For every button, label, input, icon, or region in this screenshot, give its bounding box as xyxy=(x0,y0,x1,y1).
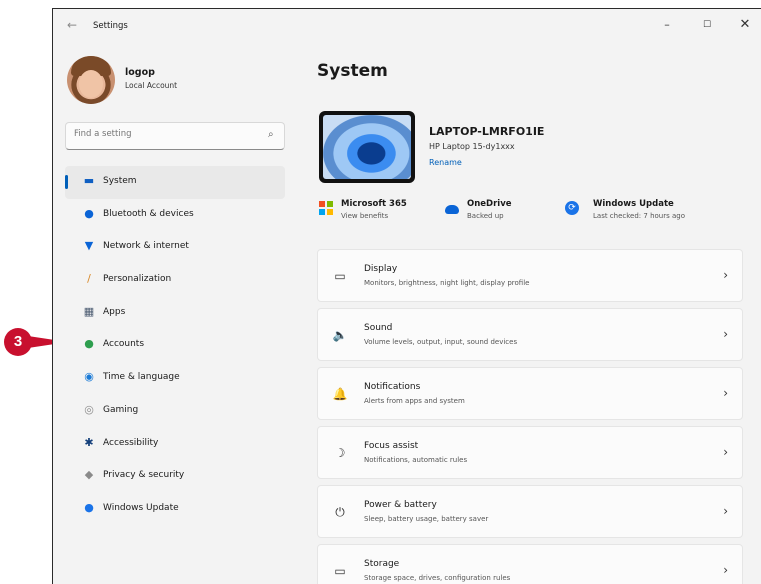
sidebar-item-system[interactable]: ▬ System xyxy=(65,166,285,199)
quick-tile-title: Microsoft 365 xyxy=(341,199,407,209)
sidebar-item-gaming[interactable]: ◎ Gaming xyxy=(65,395,285,428)
bluetooth-icon: ● xyxy=(84,206,94,220)
sidebar-item-accounts[interactable]: ● Accounts xyxy=(65,329,285,362)
quick-tile-subtitle: View benefits xyxy=(341,212,389,220)
sidebar-item-label: Apps xyxy=(103,306,126,317)
account-type: Local Account xyxy=(125,81,178,90)
sidebar-item-label: Personalization xyxy=(103,274,172,285)
card-title: Storage xyxy=(364,559,400,569)
accessibility-icon: ✱ xyxy=(84,435,94,449)
maximize-button[interactable]: ☐ xyxy=(693,15,721,35)
search-input[interactable] xyxy=(74,129,254,139)
sidebar-nav: ▬ System ● Bluetooth & devices ▼ Network… xyxy=(65,166,285,526)
sidebar-item-label: Privacy & security xyxy=(103,470,185,481)
step-callout: 3 xyxy=(0,328,68,356)
page-title: System xyxy=(317,61,388,81)
sidebar-item-label: Time & language xyxy=(103,372,180,383)
sidebar-item-label: System xyxy=(103,176,137,186)
focus-assist-card[interactable]: ☽ Focus assist Notifications, automatic … xyxy=(317,426,743,479)
brush-icon: / xyxy=(87,272,91,286)
system-icon: ▬ xyxy=(83,174,95,187)
sidebar-item-label: Accounts xyxy=(103,339,145,350)
storage-icon: ▭ xyxy=(334,564,346,578)
sidebar-item-label: Windows Update xyxy=(103,502,179,513)
speaker-icon: 🔈 xyxy=(332,328,348,342)
sidebar-item-network[interactable]: ▼ Network & internet xyxy=(65,231,285,264)
storage-card[interactable]: ▭ Storage Storage space, drives, configu… xyxy=(317,544,743,584)
chevron-right-icon: › xyxy=(723,563,728,577)
bell-icon: 🔔 xyxy=(332,387,348,401)
sidebar-item-label: Network & internet xyxy=(103,241,189,252)
card-title: Sound xyxy=(364,323,393,333)
card-title: Notifications xyxy=(364,382,421,392)
onedrive-icon xyxy=(445,205,459,214)
window-title: Settings xyxy=(93,21,128,31)
gaming-icon: ◎ xyxy=(84,402,94,416)
quick-tile-title: OneDrive xyxy=(467,199,512,209)
user-name: logop xyxy=(125,67,155,78)
sidebar-item-accessibility[interactable]: ✱ Accessibility xyxy=(65,428,285,461)
sidebar-item-bluetooth[interactable]: ● Bluetooth & devices xyxy=(65,199,285,232)
chevron-right-icon: › xyxy=(723,327,728,341)
search-icon[interactable]: ⌕ xyxy=(268,129,274,140)
sidebar-item-personalization[interactable]: / Personalization xyxy=(65,264,285,297)
card-subtitle: Storage space, drives, configuration rul… xyxy=(364,574,511,582)
notifications-card[interactable]: 🔔 Notifications Alerts from apps and sys… xyxy=(317,367,743,420)
chevron-right-icon: › xyxy=(723,386,728,400)
card-title: Display xyxy=(364,264,398,274)
title-bar: ← Settings – ☐ ✕ xyxy=(53,9,761,47)
display-card[interactable]: ▭ Display Monitors, brightness, night li… xyxy=(317,249,743,302)
accounts-icon: ● xyxy=(84,337,94,351)
close-button[interactable]: ✕ xyxy=(731,15,759,35)
sidebar-item-label: Accessibility xyxy=(103,437,159,448)
sidebar-item-apps[interactable]: ▦ Apps xyxy=(65,297,285,330)
back-arrow-icon[interactable]: ← xyxy=(67,18,77,32)
chevron-right-icon: › xyxy=(723,504,728,518)
power-battery-card[interactable]: ⏻ Power & battery Sleep, battery usage, … xyxy=(317,485,743,538)
card-subtitle: Notifications, automatic rules xyxy=(364,456,468,464)
minimize-button[interactable]: – xyxy=(653,15,681,35)
sidebar-item-windows-update[interactable]: ● Windows Update xyxy=(65,493,285,526)
sidebar-item-time-language[interactable]: ◉ Time & language xyxy=(65,362,285,395)
chevron-right-icon: › xyxy=(723,268,728,282)
sidebar-item-privacy[interactable]: ◆ Privacy & security xyxy=(65,460,285,493)
update-icon: ● xyxy=(84,500,94,514)
card-subtitle: Monitors, brightness, night light, displ… xyxy=(364,279,530,287)
card-title: Power & battery xyxy=(364,500,437,510)
device-image xyxy=(319,111,415,183)
microsoft-365-icon xyxy=(319,201,333,215)
rename-link[interactable]: Rename xyxy=(429,158,462,167)
shield-icon: ◆ xyxy=(84,468,94,482)
card-subtitle: Volume levels, output, input, sound devi… xyxy=(364,338,518,346)
windows-update-icon: ⟳ xyxy=(565,201,579,215)
settings-window: ← Settings – ☐ ✕ logop Local Account ⌕ ▬… xyxy=(52,8,761,584)
device-model: HP Laptop 15-dy1xxx xyxy=(429,142,515,151)
sound-card[interactable]: 🔈 Sound Volume levels, output, input, so… xyxy=(317,308,743,361)
device-name: LAPTOP-LMRFO1IE xyxy=(429,125,545,138)
sidebar-item-label: Bluetooth & devices xyxy=(103,208,194,219)
power-icon: ⏻ xyxy=(335,505,345,519)
apps-icon: ▦ xyxy=(83,304,95,318)
card-subtitle: Sleep, battery usage, battery saver xyxy=(364,515,489,523)
moon-icon: ☽ xyxy=(334,446,346,460)
chevron-right-icon: › xyxy=(723,445,728,459)
quick-tile-subtitle: Last checked: 7 hours ago xyxy=(593,212,685,220)
avatar[interactable] xyxy=(67,56,115,104)
network-icon: ▼ xyxy=(84,239,94,253)
search-box[interactable]: ⌕ xyxy=(65,122,285,150)
settings-cards: ▭ Display Monitors, brightness, night li… xyxy=(317,249,743,584)
quick-tile-subtitle: Backed up xyxy=(467,212,504,220)
card-subtitle: Alerts from apps and system xyxy=(364,397,465,405)
globe-icon: ◉ xyxy=(84,370,94,384)
display-icon: ▭ xyxy=(334,269,346,283)
card-title: Focus assist xyxy=(364,441,419,451)
sidebar-item-label: Gaming xyxy=(103,404,139,415)
quick-tile-title: Windows Update xyxy=(593,199,674,209)
